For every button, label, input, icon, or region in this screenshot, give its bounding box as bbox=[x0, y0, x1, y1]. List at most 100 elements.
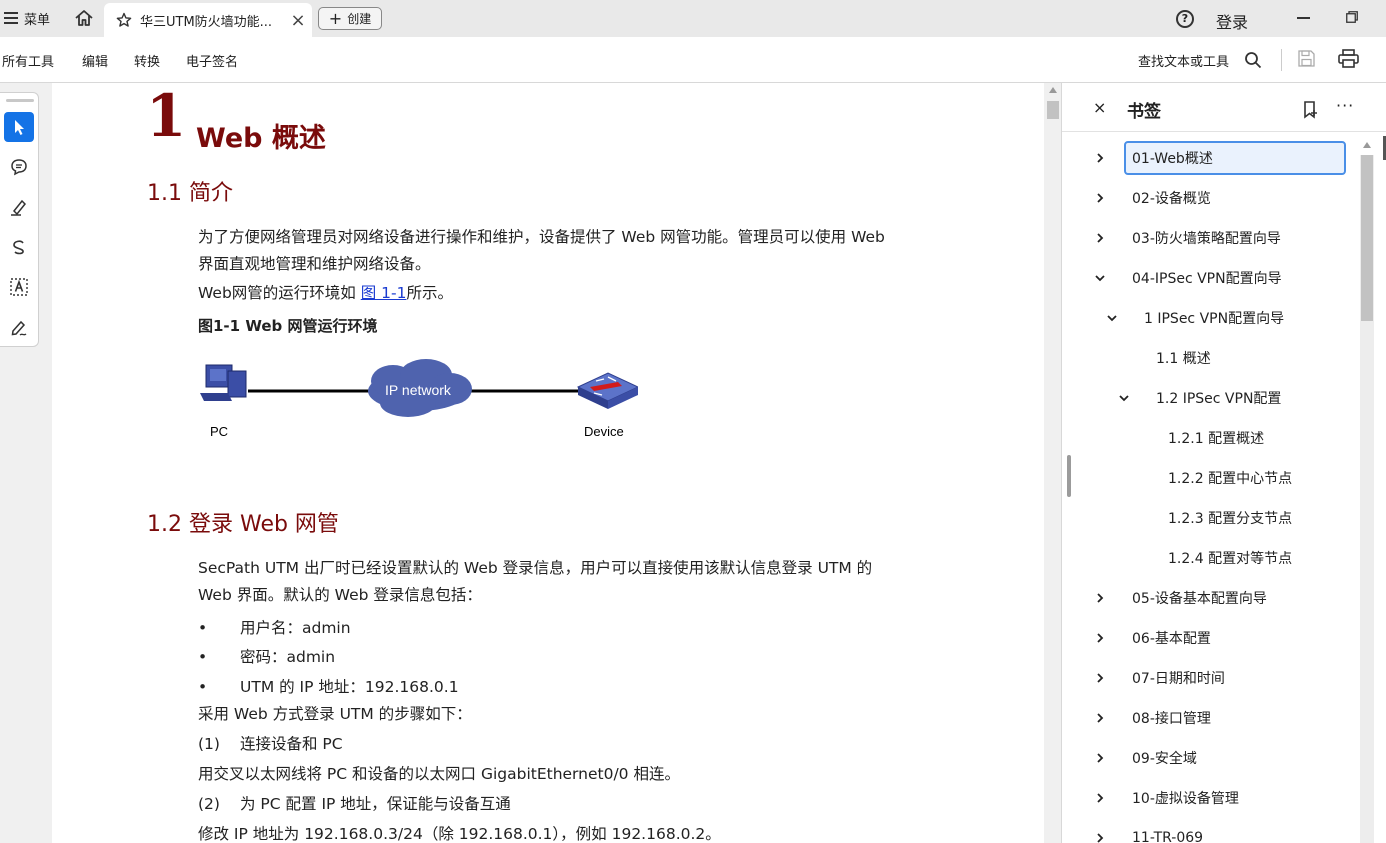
scroll-up-arrow[interactable] bbox=[1363, 142, 1371, 148]
find-text-or-tools[interactable]: 查找文本或工具 bbox=[1138, 51, 1229, 70]
chevron-right-icon[interactable] bbox=[1095, 593, 1105, 603]
step-1-text: 连接设备和 PC bbox=[240, 735, 343, 753]
bookmark-item-04-1-2-2[interactable]: 1.2.2 配置中心节点 bbox=[1168, 461, 1292, 495]
rail-grip bbox=[6, 99, 34, 102]
chevron-right-icon[interactable] bbox=[1095, 833, 1105, 843]
scrollbar-thumb[interactable] bbox=[1361, 155, 1373, 321]
bookmark-item-08[interactable]: 08-接口管理 bbox=[1132, 701, 1211, 735]
help-icon[interactable]: ? bbox=[1176, 10, 1194, 28]
chevron-right-icon[interactable] bbox=[1095, 713, 1105, 723]
bookmark-label: 1.2.4 配置对等节点 bbox=[1168, 551, 1293, 567]
minimize-icon[interactable] bbox=[1297, 17, 1310, 19]
step-2-number: (2) bbox=[198, 795, 220, 813]
firewall-device-icon bbox=[576, 372, 638, 409]
bookmark-item-10[interactable]: 10-虚拟设备管理 bbox=[1132, 781, 1239, 815]
title-bar: 菜单 华三UTM防火墙功能... × + 创建 ? 登录 bbox=[0, 0, 1386, 37]
star-icon[interactable] bbox=[116, 12, 132, 28]
chevron-right-icon[interactable] bbox=[1095, 233, 1105, 243]
chevron-right-icon[interactable] bbox=[1095, 793, 1105, 803]
bookmark-label: 05-设备基本配置向导 bbox=[1132, 591, 1267, 607]
bookmark-item-01[interactable]: 01-Web概述 bbox=[1124, 141, 1346, 175]
cloud-label: IP network bbox=[385, 382, 452, 398]
bookmark-item-04-1-2-1[interactable]: 1.2.1 配置概述 bbox=[1168, 421, 1264, 455]
draw-tool-button[interactable] bbox=[4, 232, 34, 262]
sign-tool-button[interactable] bbox=[4, 312, 34, 342]
step-1-number: (1) bbox=[198, 735, 220, 753]
restore-window-icon[interactable] bbox=[1346, 11, 1358, 23]
select-tool-button[interactable] bbox=[4, 112, 34, 142]
document-tab[interactable]: 华三UTM防火墙功能... × bbox=[104, 3, 312, 37]
device-label: Device bbox=[584, 424, 624, 439]
figure-reference-paragraph: Web网管的运行环境如 图 1-1所示。 bbox=[198, 280, 453, 307]
bookmark-item-04-1-2[interactable]: 1.2 IPSec VPN配置 bbox=[1156, 381, 1281, 415]
toolbar-convert[interactable]: 转换 bbox=[134, 51, 160, 70]
menu-label: 菜单 bbox=[24, 12, 51, 28]
tab-close-icon[interactable]: × bbox=[284, 10, 312, 31]
bookmark-item-04[interactable]: 04-IPSec VPN配置向导 bbox=[1132, 261, 1282, 295]
bookmark-label: 09-安全域 bbox=[1132, 751, 1197, 767]
chevron-right-icon[interactable] bbox=[1095, 753, 1105, 763]
search-icon[interactable] bbox=[1244, 51, 1262, 69]
bookmark-label: 04-IPSec VPN配置向导 bbox=[1132, 271, 1282, 287]
chevron-down-icon[interactable] bbox=[1119, 393, 1129, 403]
login-button[interactable]: 登录 bbox=[1216, 9, 1248, 33]
chapter-title: Web 概述 bbox=[196, 123, 326, 154]
bookmark-item-04-1-1[interactable]: 1.1 概述 bbox=[1156, 341, 1211, 375]
chevron-right-icon[interactable] bbox=[1095, 633, 1105, 643]
list-item: • 密码：admin bbox=[198, 645, 335, 667]
steps-intro: 采用 Web 方式登录 UTM 的步骤如下： bbox=[198, 705, 472, 723]
bookmark-label: 03-防火墙策略配置向导 bbox=[1132, 231, 1281, 247]
add-bookmark-icon[interactable] bbox=[1303, 101, 1319, 119]
network-diagram: IP network PC Device bbox=[200, 359, 638, 439]
highlight-tool-button[interactable] bbox=[4, 192, 34, 222]
toolbar: 所有工具 编辑 转换 电子签名 查找文本或工具 bbox=[0, 37, 1386, 83]
bullet-text-password: 密码：admin bbox=[240, 648, 336, 666]
figure-link[interactable]: 图 1-1 bbox=[361, 284, 407, 302]
pc-label: PC bbox=[210, 424, 228, 439]
bookmark-item-03[interactable]: 03-防火墙策略配置向导 bbox=[1132, 221, 1281, 255]
home-icon[interactable] bbox=[74, 9, 94, 27]
bookmark-item-02[interactable]: 02-设备概览 bbox=[1132, 181, 1211, 215]
bookmark-item-11[interactable]: 11-TR-069 bbox=[1132, 821, 1203, 843]
toolbar-edit[interactable]: 编辑 bbox=[82, 51, 108, 70]
chevron-down-icon[interactable] bbox=[1107, 313, 1117, 323]
bookmark-item-07[interactable]: 07-日期和时间 bbox=[1132, 661, 1225, 695]
bookmark-item-06[interactable]: 06-基本配置 bbox=[1132, 621, 1211, 655]
comment-tool-button[interactable] bbox=[4, 152, 34, 182]
intro-paragraph-line2: 界面直观地管理和维护网络设备。 bbox=[198, 255, 431, 273]
chevron-right-icon[interactable] bbox=[1095, 673, 1105, 683]
bullet-dot: • bbox=[198, 678, 208, 696]
text-tool-button[interactable] bbox=[4, 272, 34, 302]
bookmark-item-04-1[interactable]: 1 IPSec VPN配置向导 bbox=[1144, 301, 1284, 335]
bookmark-label: 1.2.3 配置分支节点 bbox=[1168, 511, 1293, 527]
bookmark-item-05[interactable]: 05-设备基本配置向导 bbox=[1132, 581, 1267, 615]
close-bookmarks-icon[interactable]: × bbox=[1093, 98, 1106, 117]
more-options-icon[interactable]: ··· bbox=[1336, 96, 1354, 115]
step-2-heading: (2) 为 PC 配置 IP 地址，保证能与设备互通 bbox=[198, 791, 511, 818]
scroll-up-arrow[interactable] bbox=[1049, 87, 1057, 93]
comment-icon bbox=[11, 159, 27, 176]
bookmark-item-04-1-2-3[interactable]: 1.2.3 配置分支节点 bbox=[1168, 501, 1292, 535]
scrollbar-thumb[interactable] bbox=[1047, 101, 1059, 119]
toolbar-e-signature[interactable]: 电子签名 bbox=[186, 51, 238, 70]
bookmark-label: 06-基本配置 bbox=[1132, 631, 1211, 647]
chevron-right-icon[interactable] bbox=[1095, 153, 1105, 163]
bookmark-item-09[interactable]: 09-安全域 bbox=[1132, 741, 1197, 775]
toolbar-all-tools[interactable]: 所有工具 bbox=[2, 51, 54, 70]
menu-button[interactable]: 菜单 bbox=[4, 6, 50, 30]
left-tool-rail bbox=[0, 92, 39, 347]
bookmark-item-04-1-2-4[interactable]: 1.2.4 配置对等节点 bbox=[1168, 541, 1292, 575]
bookmark-label: 1.2.2 配置中心节点 bbox=[1168, 471, 1293, 487]
save-icon[interactable] bbox=[1298, 50, 1315, 67]
cursor-icon bbox=[15, 120, 24, 135]
chevron-right-icon[interactable] bbox=[1095, 193, 1105, 203]
bookmark-label: 02-设备概览 bbox=[1132, 191, 1211, 207]
bookmark-label: 1.2 IPSec VPN配置 bbox=[1156, 391, 1282, 407]
page-scrollbar[interactable] bbox=[1045, 83, 1061, 843]
create-button[interactable]: + 创建 bbox=[318, 7, 382, 30]
bookmarks-scrollbar[interactable] bbox=[1360, 142, 1374, 843]
chevron-down-icon[interactable] bbox=[1095, 273, 1105, 283]
print-icon[interactable] bbox=[1338, 49, 1359, 68]
figure-caption: 图1-1 Web 网管运行环境 bbox=[198, 317, 378, 335]
step-1-description: 用交叉以太网线将 PC 和设备的以太网口 GigabitEthernet0/0 … bbox=[198, 765, 680, 783]
